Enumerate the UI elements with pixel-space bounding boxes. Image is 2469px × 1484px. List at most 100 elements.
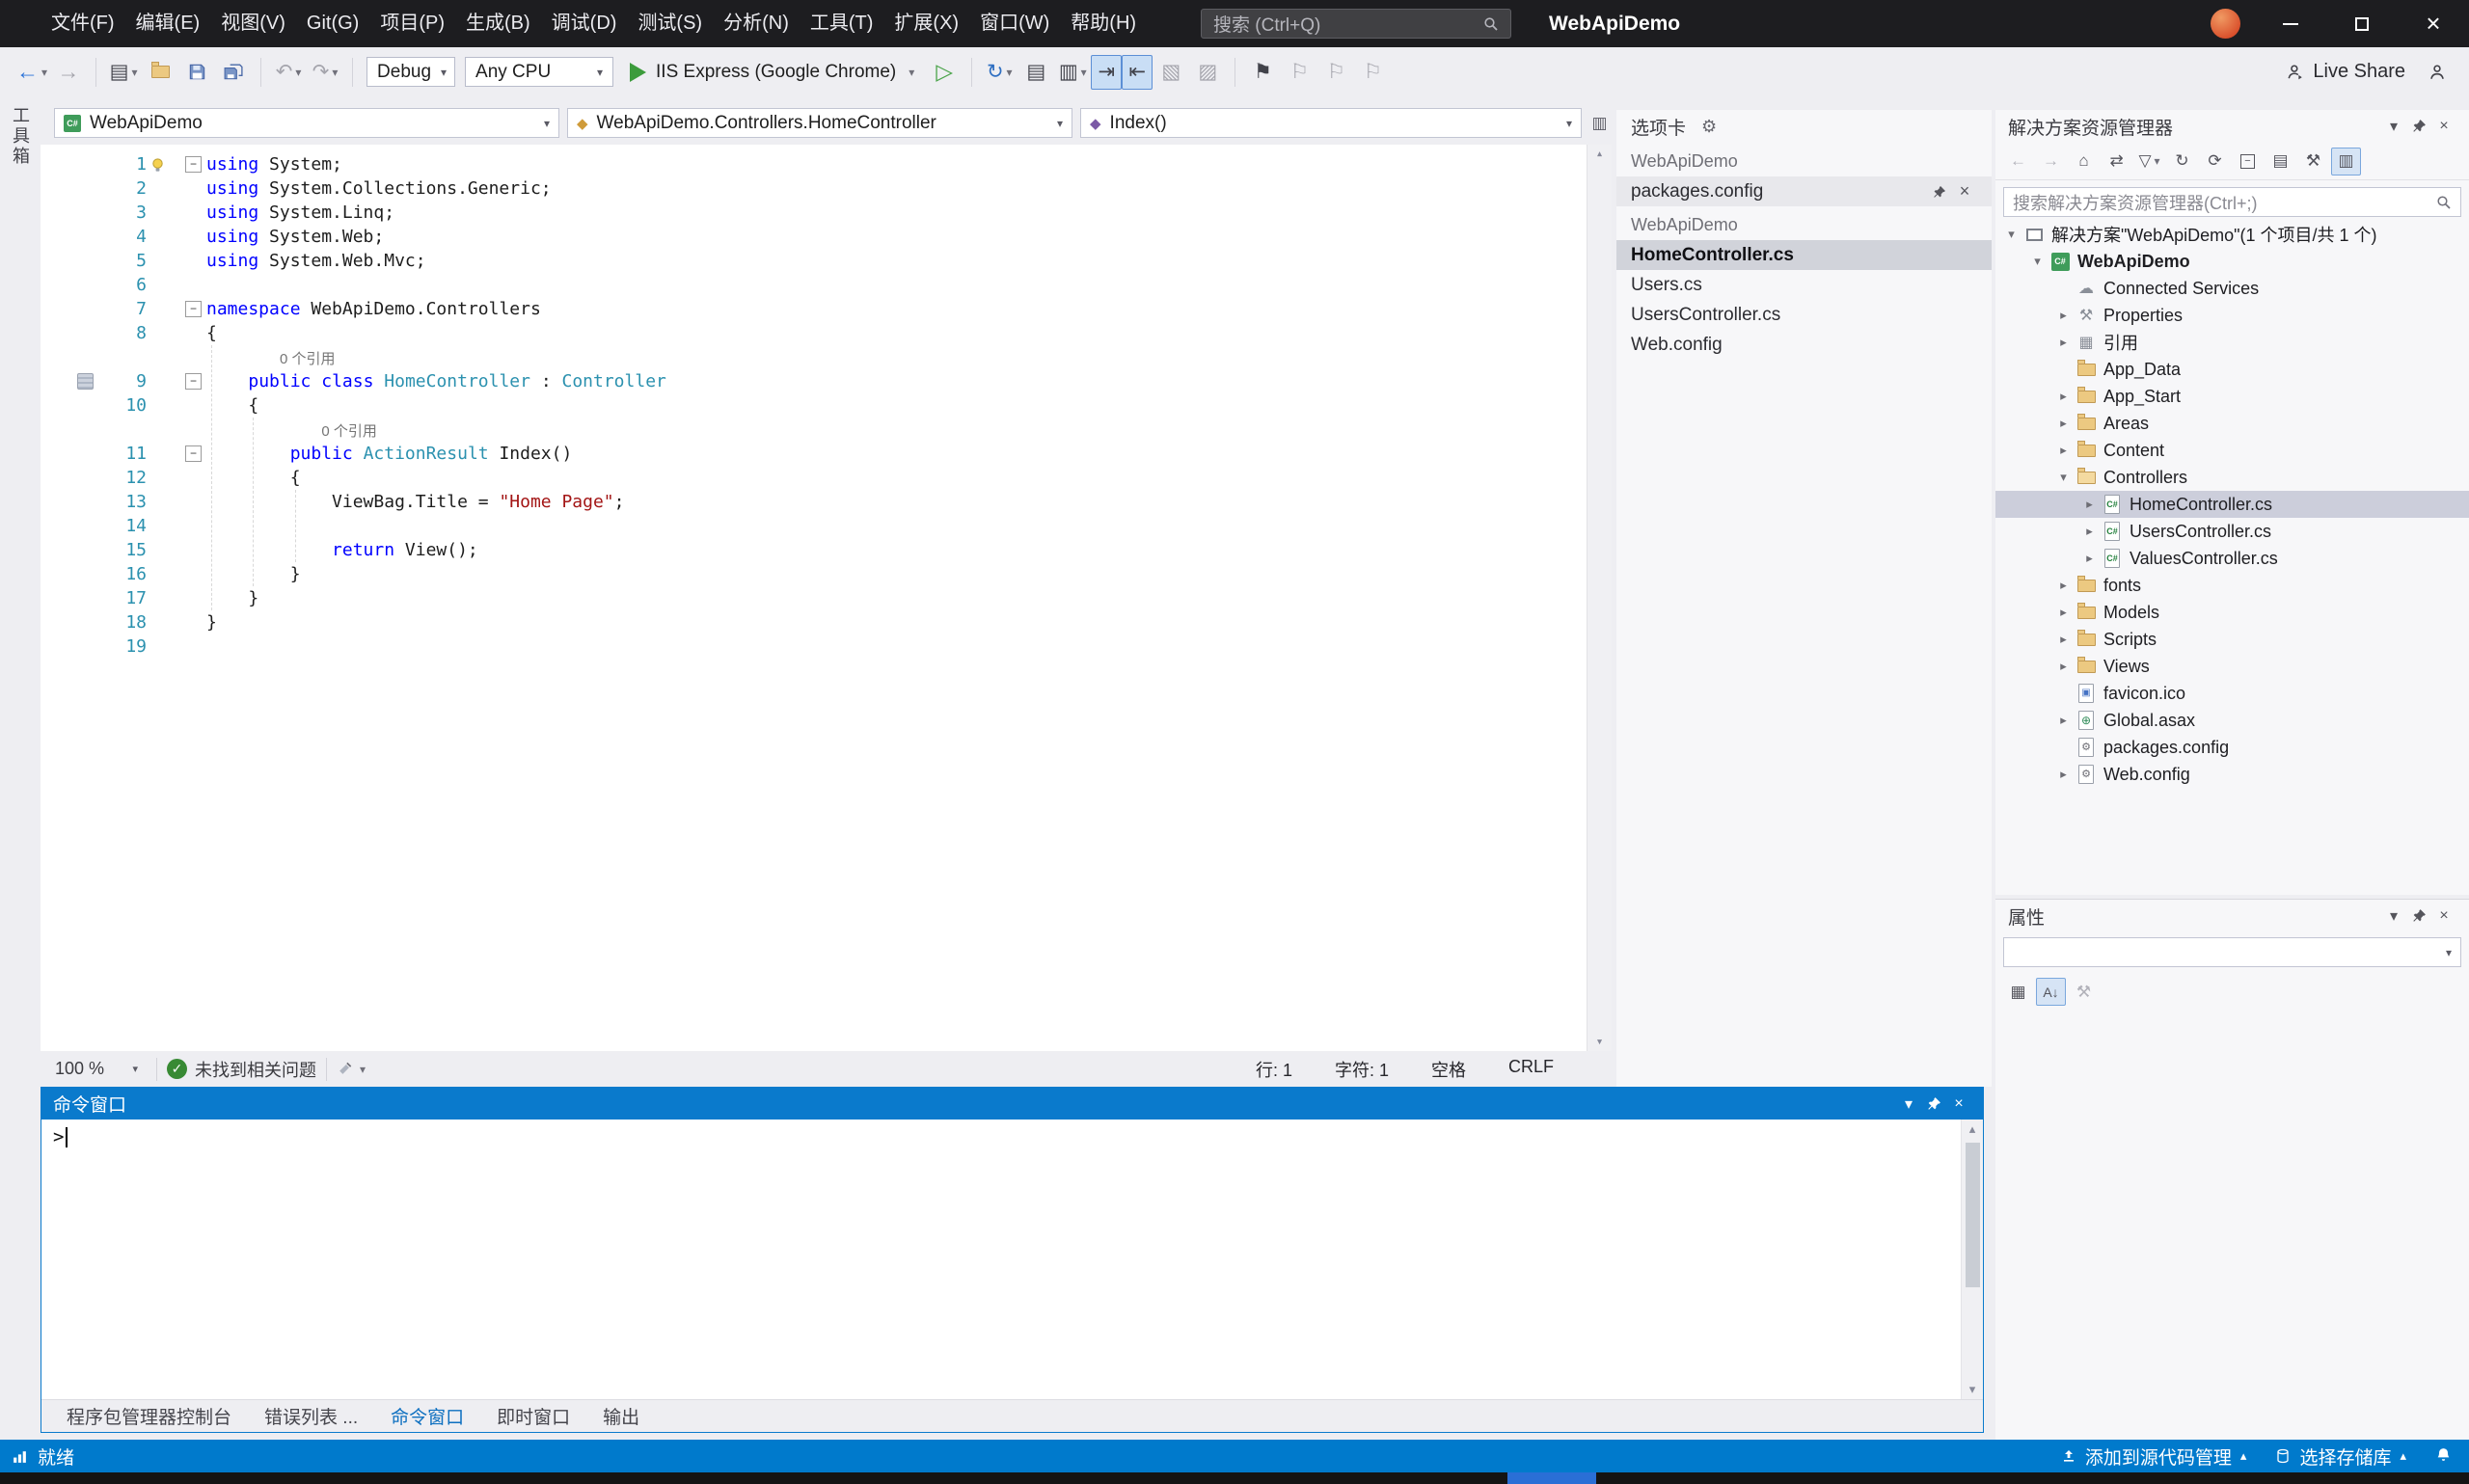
tree-item[interactable]: ▾解决方案"WebApiDemo"(1 个项目/共 1 个) xyxy=(1995,221,2469,248)
notifications-bell-icon[interactable] xyxy=(2435,1445,2452,1467)
editor-scrollbar[interactable]: ▴ ▾ xyxy=(1587,145,1612,1051)
menu-item[interactable]: 编辑(E) xyxy=(125,0,211,47)
project-dropdown[interactable]: C# WebApiDemo ▾ xyxy=(54,108,559,138)
maximize-button[interactable] xyxy=(2326,0,2398,47)
property-pages-icon[interactable]: ⚒ xyxy=(2069,978,2099,1006)
tree-item[interactable]: ▸C#UsersController.cs xyxy=(1995,518,2469,545)
member-dropdown[interactable]: ◆ Index() ▾ xyxy=(1080,108,1582,138)
categorized-icon[interactable]: ▦ xyxy=(2003,978,2033,1006)
forward-icon[interactable]: → xyxy=(2036,148,2066,175)
code-line-text[interactable]: { xyxy=(206,321,217,345)
tree-item[interactable]: ▣favicon.ico xyxy=(1995,680,2469,707)
taskbar-active-app[interactable] xyxy=(1507,1472,1596,1484)
tree-expander[interactable]: ▾ xyxy=(2001,227,2021,242)
document-tab[interactable]: UsersController.cs xyxy=(1616,300,1992,330)
menu-item[interactable]: Git(G) xyxy=(296,0,369,47)
toggle-bookmark-button[interactable]: ⚑ xyxy=(1244,55,1281,90)
tree-item[interactable]: ▸Content xyxy=(1995,437,2469,464)
next-bookmark-button[interactable]: ⚐ xyxy=(1317,55,1354,90)
uncomment-selection-button[interactable]: ▨ xyxy=(1189,55,1226,90)
code-line-text[interactable]: { xyxy=(206,393,258,418)
selected-object-select[interactable]: ▾ xyxy=(2003,937,2461,967)
code-editor[interactable]: 1−using System;2using System.Collections… xyxy=(41,145,1612,1051)
close-icon[interactable]: × xyxy=(1946,1095,1971,1113)
tree-item[interactable]: ▸C#ValuesController.cs xyxy=(1995,545,2469,572)
scroll-up-icon[interactable]: ▴ xyxy=(1962,1121,1983,1137)
quick-search-input[interactable]: 搜索 (Ctrl+Q) xyxy=(1201,9,1511,39)
menu-item[interactable]: 窗口(W) xyxy=(969,0,1060,47)
tree-item[interactable]: ▸⚙Web.config xyxy=(1995,761,2469,788)
tool-window-tab[interactable]: 错误列表 ... xyxy=(253,1399,369,1433)
scroll-up-icon[interactable]: ▴ xyxy=(1587,147,1612,161)
code-line-text[interactable]: public ActionResult Index() xyxy=(206,442,572,466)
tree-item[interactable]: ▾C#WebApiDemo xyxy=(1995,248,2469,275)
tree-expander[interactable]: ▸ xyxy=(2053,443,2074,458)
sync-with-active-document-icon[interactable]: ↻ xyxy=(2167,148,2197,175)
caret-line-indicator[interactable]: 行: 1 xyxy=(1256,1057,1292,1082)
tree-item[interactable]: App_Data xyxy=(1995,356,2469,383)
select-repository-button[interactable]: 选择存储库 ▴ xyxy=(2275,1444,2406,1470)
editor-layout-button[interactable]: ▥▾ xyxy=(1054,55,1091,90)
toggle-whitespace-button[interactable]: ⇤ xyxy=(1122,55,1153,90)
properties-icon[interactable]: ⚒ xyxy=(2298,148,2328,175)
tree-expander[interactable]: ▸ xyxy=(2053,767,2074,782)
tree-item[interactable]: ▸Scripts xyxy=(1995,626,2469,653)
codelens-reference-count[interactable]: 0 个引用 xyxy=(321,420,377,441)
refresh-button[interactable]: ↻▾ xyxy=(981,55,1017,90)
filter-icon[interactable]: ▽▾ xyxy=(2134,148,2164,175)
code-line-text[interactable]: using System.Web.Mvc; xyxy=(206,249,426,273)
properties-header[interactable]: 属性 ▾ × xyxy=(1995,900,2469,932)
switch-views-icon[interactable]: ⇄ xyxy=(2102,148,2131,175)
tree-expander[interactable]: ▸ xyxy=(2053,416,2074,431)
document-tab[interactable]: packages.config× xyxy=(1616,176,1992,206)
menu-item[interactable]: 文件(F) xyxy=(41,0,125,47)
save-button[interactable] xyxy=(178,55,215,90)
user-avatar[interactable] xyxy=(2211,9,2240,39)
toolbox-tab[interactable]: 工具箱 xyxy=(8,106,33,167)
code-line-text[interactable]: ViewBag.Title = "Home Page"; xyxy=(206,490,625,514)
show-all-files-icon[interactable]: ▤ xyxy=(2266,148,2295,175)
background-tasks-icon[interactable] xyxy=(12,1448,28,1465)
line-ending-indicator[interactable]: CRLF xyxy=(1508,1057,1554,1082)
tree-expander[interactable]: ▸ xyxy=(2053,659,2074,674)
code-cleanup-button[interactable]: ▾ xyxy=(337,1061,366,1077)
command-input-area[interactable]: > xyxy=(41,1120,1960,1399)
code-line-text[interactable]: } xyxy=(206,610,217,634)
close-button[interactable]: × xyxy=(2398,0,2469,47)
live-share-button[interactable]: Live Share xyxy=(2287,61,2405,83)
tree-expander[interactable]: ▾ xyxy=(2027,254,2048,269)
solution-search-input[interactable]: 搜索解决方案资源管理器(Ctrl+;) xyxy=(2003,187,2461,217)
tree-expander[interactable]: ▾ xyxy=(2053,470,2074,485)
menu-item[interactable]: 帮助(H) xyxy=(1060,0,1147,47)
back-icon[interactable]: ← xyxy=(2003,148,2033,175)
pin-icon[interactable] xyxy=(2406,118,2431,135)
solution-explorer-header[interactable]: 解决方案资源管理器 ▾ × xyxy=(1995,110,2469,143)
tree-expander[interactable]: ▸ xyxy=(2053,713,2074,728)
tool-window-tab[interactable]: 命令窗口 xyxy=(379,1399,475,1433)
outlining-collapse-button[interactable]: − xyxy=(185,445,202,462)
code-line-text[interactable]: namespace WebApiDemo.Controllers xyxy=(206,297,541,321)
save-all-button[interactable] xyxy=(215,55,252,90)
scroll-down-icon[interactable]: ▾ xyxy=(1587,1035,1612,1049)
quick-actions-lightbulb-icon[interactable] xyxy=(149,155,166,172)
tree-expander[interactable]: ▸ xyxy=(2053,605,2074,620)
document-health-icon[interactable]: ✓ xyxy=(167,1059,187,1079)
collapse-all-icon[interactable]: − xyxy=(2233,148,2263,175)
toggle-indent-guides-button[interactable]: ⇥ xyxy=(1091,55,1122,90)
menu-item[interactable]: 调试(D) xyxy=(541,0,628,47)
scrollbar-thumb[interactable] xyxy=(1966,1143,1980,1287)
alphabetical-icon[interactable]: A↓ xyxy=(2036,978,2066,1006)
tree-item[interactable]: ▸▦引用 xyxy=(1995,329,2469,356)
gear-icon[interactable]: ⚙ xyxy=(1701,117,1717,137)
menu-item[interactable]: 扩展(X) xyxy=(883,0,969,47)
solution-configurations-select[interactable]: Debug▾ xyxy=(366,57,455,87)
indent-mode-indicator[interactable]: 空格 xyxy=(1431,1057,1466,1082)
code-line-text[interactable]: return View(); xyxy=(206,538,478,562)
pin-icon[interactable] xyxy=(2406,907,2431,925)
tool-window-titlebar[interactable]: 命令窗口 ▾ × xyxy=(41,1088,1983,1120)
undo-button[interactable]: ↶▾ xyxy=(270,55,307,90)
split-window-button[interactable]: ▥ xyxy=(1587,108,1612,138)
tree-item[interactable]: ▸C#HomeController.cs xyxy=(1995,491,2469,518)
codelens-reference-count[interactable]: 0 个引用 xyxy=(280,348,336,368)
solution-platforms-select[interactable]: Any CPU▾ xyxy=(465,57,613,87)
